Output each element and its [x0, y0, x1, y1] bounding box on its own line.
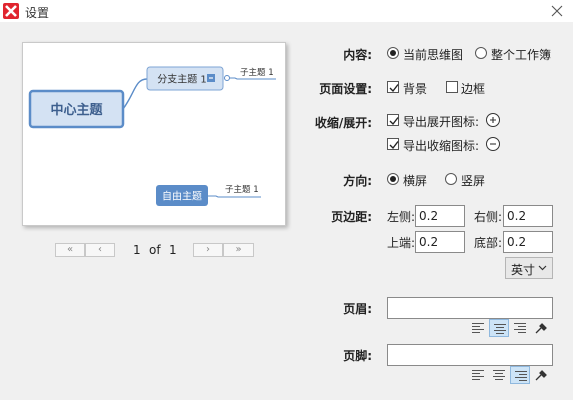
margin-left-label: 左侧: [387, 210, 416, 224]
content-current-radio[interactable] [387, 47, 399, 59]
align-left-icon [472, 370, 484, 380]
header-input[interactable] [387, 297, 553, 319]
margin-right-input[interactable]: 0.2 [503, 205, 553, 227]
window-title: 设置 [25, 6, 50, 20]
footer-label: 页脚: [343, 349, 372, 363]
margins-label: 页边距: [331, 210, 372, 224]
collapse-minus-icon [486, 137, 500, 151]
export-collapse-icon-checkbox[interactable] [387, 138, 399, 150]
header-align-left-button[interactable] [468, 319, 488, 337]
page-current: 1 [133, 243, 141, 257]
first-page-button[interactable]: « [55, 243, 85, 257]
unit-select-value: 英寸 [511, 263, 536, 277]
border-label: 边框 [461, 82, 486, 96]
portrait-radio[interactable] [445, 173, 457, 185]
footer-align-left-button[interactable] [468, 366, 488, 384]
header-align-right-button[interactable] [510, 319, 530, 337]
footer-input[interactable] [387, 344, 553, 366]
collapse-expand-label: 收缩/展开: [314, 116, 372, 130]
floating-topic-label: 自由主题 [162, 190, 202, 203]
content-current-label: 当前思维图 [403, 48, 464, 62]
margin-top-input[interactable]: 0.2 [415, 231, 465, 253]
margin-bottom-input[interactable]: 0.2 [503, 231, 553, 253]
landscape-label: 横屏 [403, 174, 428, 188]
close-button[interactable] [547, 1, 567, 21]
app-logo-icon [3, 3, 19, 19]
page-settings-label: 页面设置: [319, 82, 372, 96]
background-checkbox[interactable] [387, 81, 399, 93]
floating-child-label: 子主题 1 [225, 184, 259, 195]
export-expand-icon-label: 导出展开图标: [403, 115, 480, 129]
header-align-center-button[interactable] [489, 319, 509, 337]
margin-top-label: 上端: [387, 236, 416, 250]
format-brush-icon [535, 370, 547, 381]
page-of: of [149, 243, 161, 257]
margin-left-input[interactable]: 0.2 [415, 205, 465, 227]
export-expand-icon-checkbox[interactable] [387, 114, 399, 126]
next-page-button[interactable]: › [193, 243, 223, 257]
unit-select[interactable]: 英寸 [505, 257, 553, 279]
footer-align-center-button[interactable] [489, 366, 509, 384]
checkmark-icon [389, 117, 399, 126]
align-right-icon [514, 323, 526, 333]
content-workbook-label: 整个工作簿 [491, 48, 552, 62]
close-icon [551, 5, 563, 17]
header-format-button[interactable] [531, 319, 551, 337]
margin-right-label: 右侧: [474, 210, 503, 224]
subtopic-label: 分支主题 1 [157, 74, 207, 86]
landscape-radio[interactable] [387, 173, 399, 185]
format-brush-icon [535, 323, 547, 334]
last-page-button[interactable]: » [223, 243, 254, 257]
border-checkbox[interactable] [446, 81, 458, 93]
header-label: 页眉: [343, 302, 372, 316]
content-workbook-radio[interactable] [475, 47, 487, 59]
child-topic-label: 子主题 1 [240, 67, 274, 78]
align-center-icon [493, 370, 505, 380]
background-label: 背景 [403, 82, 428, 96]
orientation-label: 方向: [343, 174, 372, 188]
expand-plus-icon [486, 113, 500, 127]
align-center-icon [494, 324, 506, 334]
margin-bottom-label: 底部: [474, 236, 503, 250]
footer-align-right-button[interactable] [510, 366, 530, 384]
central-topic-label: 中心主题 [50, 102, 103, 118]
prev-page-button[interactable]: ‹ [85, 243, 115, 257]
title-bar: 设置 [0, 0, 573, 22]
print-preview: 中心主题 分支主题 1 子主题 1 自由主题 子主题 1 [22, 42, 286, 226]
export-collapse-icon-label: 导出收缩图标: [403, 139, 480, 153]
checkmark-icon [389, 84, 399, 93]
align-left-icon [472, 323, 484, 333]
checkmark-icon [389, 141, 399, 150]
align-right-icon [515, 371, 527, 381]
content-label: 内容: [343, 48, 372, 62]
chevron-down-icon [538, 265, 547, 271]
page-total: 1 [169, 243, 177, 257]
footer-format-button[interactable] [531, 366, 551, 384]
portrait-label: 竖屏 [461, 174, 486, 188]
